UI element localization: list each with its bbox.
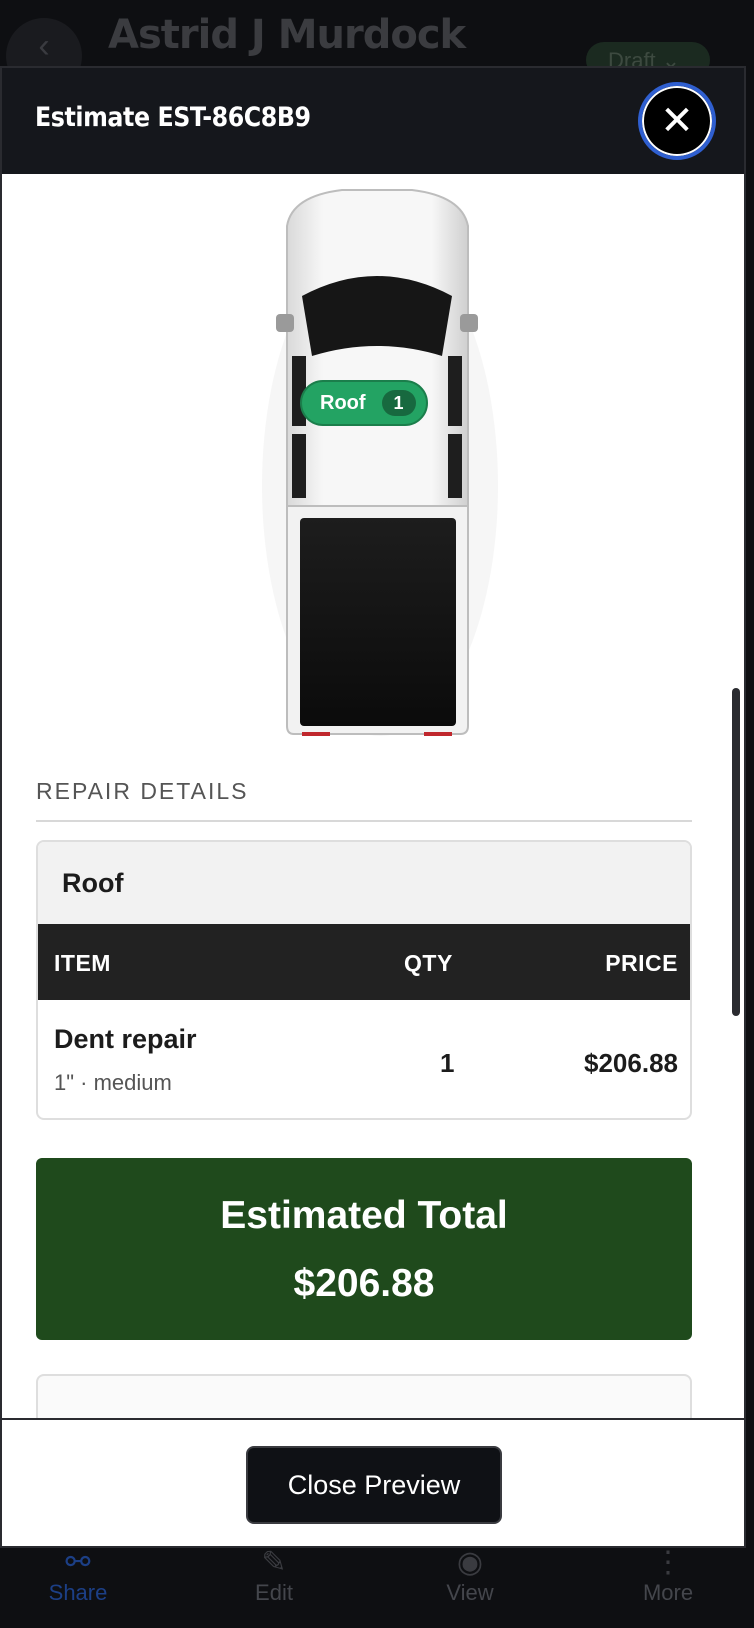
close-preview-button[interactable]: Close Preview bbox=[246, 1446, 502, 1524]
column-header-item: ITEM bbox=[54, 950, 111, 976]
item-detail: 1" · medium bbox=[54, 1070, 172, 1095]
modal-title: Estimate EST-86C8B9 bbox=[35, 102, 311, 133]
scrollbar-thumb[interactable] bbox=[732, 688, 740, 1016]
right-taillight bbox=[424, 732, 452, 736]
column-header-price: PRICE bbox=[605, 950, 678, 976]
section-divider bbox=[36, 820, 692, 822]
eye-icon: ◉ bbox=[456, 1546, 484, 1579]
damage-count-badge: 1 bbox=[381, 390, 416, 416]
estimated-total-banner: Estimated Total $206.88 bbox=[36, 1158, 692, 1340]
total-value: $206.88 bbox=[293, 1262, 435, 1305]
repair-group-card: Roof ITEM QTY PRICE Dent repair 1" · med… bbox=[36, 840, 692, 1120]
tab-more[interactable]: More bbox=[613, 1580, 723, 1606]
column-header-qty: QTY bbox=[404, 950, 453, 976]
pencil-icon: ✎ bbox=[261, 1546, 287, 1579]
more-vertical-icon: ⋮ bbox=[653, 1546, 683, 1579]
modal-header: Estimate EST-86C8B9 ✕ bbox=[2, 68, 744, 174]
tab-edit[interactable]: Edit bbox=[219, 1580, 329, 1606]
windshield bbox=[302, 276, 452, 356]
table-row: Dent repair 1" · medium 1 $206.88 bbox=[38, 1000, 690, 1118]
estimate-preview-modal: Estimate EST-86C8B9 ✕ Roof 1 REPAIR DETA… bbox=[0, 66, 746, 1548]
truck-bed bbox=[300, 518, 456, 726]
right-mirror bbox=[460, 314, 478, 332]
customer-name: Astrid J Murdock bbox=[108, 12, 466, 58]
repair-group-title: Roof bbox=[38, 842, 690, 924]
left-mirror bbox=[276, 314, 294, 332]
section-title: REPAIR DETAILS bbox=[36, 778, 249, 804]
left-taillight bbox=[302, 732, 330, 736]
modal-footer: Close Preview bbox=[2, 1418, 744, 1546]
tab-share[interactable]: Share bbox=[23, 1580, 133, 1606]
close-button[interactable]: ✕ bbox=[638, 82, 716, 160]
item-qty: 1 bbox=[440, 1048, 455, 1078]
right-front-window bbox=[448, 356, 462, 426]
share-icon: ⚯ bbox=[65, 1546, 91, 1579]
tab-view[interactable]: View bbox=[415, 1580, 525, 1606]
right-rear-window bbox=[448, 434, 462, 498]
item-price: $206.88 bbox=[584, 1048, 678, 1078]
vehicle-diagram bbox=[262, 189, 498, 736]
left-rear-window bbox=[292, 434, 306, 498]
total-label: Estimated Total bbox=[220, 1194, 508, 1237]
item-name: Dent repair bbox=[54, 1024, 197, 1054]
roof-damage-marker[interactable]: Roof 1 bbox=[300, 380, 428, 426]
table-header: ITEM QTY PRICE bbox=[38, 924, 690, 1000]
chevron-left-icon: ‹ bbox=[38, 26, 50, 65]
close-icon: ✕ bbox=[660, 98, 694, 144]
